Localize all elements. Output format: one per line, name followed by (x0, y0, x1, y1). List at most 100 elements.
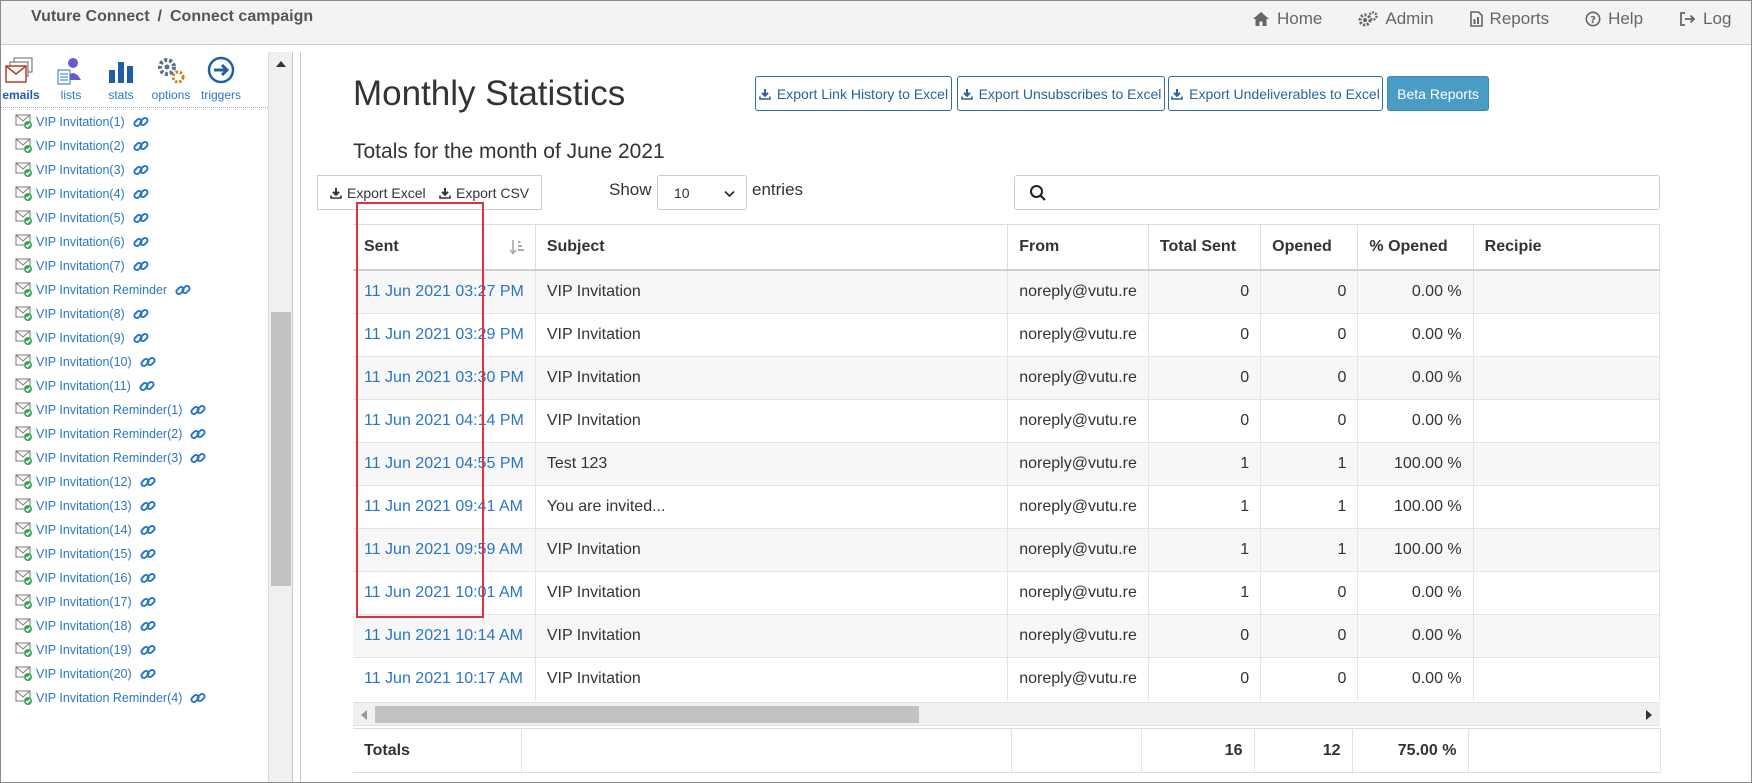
email-list-item[interactable]: VIP Invitation(19) (15, 638, 207, 662)
tool-triggers[interactable]: triggers (196, 56, 246, 102)
cell-sent[interactable]: 11 Jun 2021 04:55 PM (353, 441, 536, 485)
email-list-item[interactable]: VIP Invitation(14) (15, 518, 207, 542)
link-icon[interactable] (189, 449, 207, 467)
link-icon[interactable] (139, 569, 157, 587)
link-icon[interactable] (132, 233, 150, 251)
col-header-recipients[interactable]: Recipie (1473, 225, 1660, 271)
cell-sent[interactable]: 11 Jun 2021 10:14 AM (353, 613, 536, 657)
col-header-from[interactable]: From (1007, 225, 1149, 271)
link-icon[interactable] (139, 593, 157, 611)
export-link-history-button[interactable]: Export Link History to Excel (755, 76, 952, 111)
link-icon[interactable] (139, 353, 157, 371)
email-name: VIP Invitation Reminder(4) (36, 691, 183, 705)
link-icon[interactable] (132, 257, 150, 275)
export-excel-button[interactable]: Export Excel (317, 175, 439, 210)
email-list-item[interactable]: VIP Invitation(17) (15, 590, 207, 614)
scroll-right-arrow[interactable] (1646, 710, 1652, 720)
email-list-item[interactable]: VIP Invitation Reminder(3) (15, 446, 207, 470)
table-horizontal-scrollbar[interactable] (353, 702, 1660, 726)
cell-sent[interactable]: 11 Jun 2021 03:27 PM (353, 269, 536, 313)
nav-logout[interactable]: Log (1679, 9, 1731, 29)
email-list-item[interactable]: VIP Invitation(20) (15, 662, 207, 686)
link-icon[interactable] (189, 425, 207, 443)
cell-sent[interactable]: 11 Jun 2021 09:59 AM (353, 527, 536, 571)
email-list-item[interactable]: VIP Invitation(9) (15, 326, 207, 350)
cell-percent-opened: 100.00 % (1357, 441, 1474, 485)
breadcrumb-app[interactable]: Vuture Connect (31, 8, 150, 26)
link-icon[interactable] (139, 665, 157, 683)
export-csv-button[interactable]: Export CSV (427, 175, 543, 210)
beta-reports-button[interactable]: Beta Reports (1387, 76, 1489, 111)
scroll-up-arrow[interactable] (276, 61, 286, 67)
cell-sent[interactable]: 11 Jun 2021 09:41 AM (353, 484, 536, 528)
cell-sent[interactable]: 11 Jun 2021 03:30 PM (353, 355, 536, 399)
link-icon[interactable] (132, 137, 150, 155)
col-header-subject[interactable]: Subject (535, 225, 1009, 271)
email-list-item[interactable]: VIP Invitation(10) (15, 350, 207, 374)
link-icon[interactable] (139, 617, 157, 635)
export-unsubscribes-button[interactable]: Export Unsubscribes to Excel (957, 76, 1165, 111)
search-input[interactable] (1059, 178, 1649, 207)
link-icon[interactable] (132, 161, 150, 179)
link-icon[interactable] (132, 113, 150, 131)
link-icon[interactable] (139, 521, 157, 539)
email-list-item[interactable]: VIP Invitation(2) (15, 134, 207, 158)
link-icon[interactable] (132, 185, 150, 203)
link-icon[interactable] (138, 377, 156, 395)
link-icon[interactable] (139, 497, 157, 515)
nav-admin[interactable]: Admin (1358, 9, 1434, 29)
link-icon[interactable] (139, 473, 157, 491)
cell-sent[interactable]: 11 Jun 2021 03:29 PM (353, 312, 536, 356)
col-header-opened[interactable]: Opened (1260, 225, 1359, 271)
email-list-item[interactable]: VIP Invitation(6) (15, 230, 207, 254)
link-icon[interactable] (139, 545, 157, 563)
link-icon[interactable] (174, 281, 192, 299)
email-list-item[interactable]: VIP Invitation(12) (15, 470, 207, 494)
download-icon (439, 187, 451, 199)
email-list-item[interactable]: VIP Invitation(16) (15, 566, 207, 590)
tool-options[interactable]: options (146, 56, 196, 102)
email-list-item[interactable]: VIP Invitation Reminder(2) (15, 422, 207, 446)
cell-sent[interactable]: 11 Jun 2021 10:17 AM (353, 656, 536, 700)
scrollbar-thumb[interactable] (375, 706, 919, 723)
email-list-item[interactable]: VIP Invitation(5) (15, 206, 207, 230)
email-list-item[interactable]: VIP Invitation(13) (15, 494, 207, 518)
link-icon[interactable] (132, 305, 150, 323)
nav-help[interactable]: ? Help (1585, 9, 1643, 29)
email-list-item[interactable]: VIP Invitation(18) (15, 614, 207, 638)
sidebar-scrollbar[interactable] (268, 52, 292, 783)
col-header-percent-opened[interactable]: % Opened (1357, 225, 1474, 271)
tool-lists[interactable]: lists (46, 56, 96, 102)
email-list-item[interactable]: VIP Invitation(1) (15, 110, 207, 134)
col-header-total-sent[interactable]: Total Sent (1148, 225, 1262, 271)
cell-sent[interactable]: 11 Jun 2021 10:01 AM (353, 570, 536, 614)
link-icon[interactable] (139, 641, 157, 659)
tool-emails[interactable]: emails (0, 56, 46, 102)
email-list-item[interactable]: VIP Invitation Reminder(4) (15, 686, 207, 710)
statistics-table: Sent Subject From Total Sent Opened % Op… (353, 225, 1660, 700)
link-icon[interactable] (189, 689, 207, 707)
email-list-item[interactable]: VIP Invitation(7) (15, 254, 207, 278)
tool-stats[interactable]: stats (96, 56, 146, 102)
sort-descending-icon[interactable] (509, 239, 525, 255)
email-list-item[interactable]: VIP Invitation(15) (15, 542, 207, 566)
email-list-item[interactable]: VIP Invitation Reminder(1) (15, 398, 207, 422)
export-undeliverables-button[interactable]: Export Undeliverables to Excel (1168, 76, 1383, 111)
nav-home[interactable]: Home (1252, 9, 1322, 29)
link-icon[interactable] (189, 401, 207, 419)
email-list-item[interactable]: VIP Invitation(8) (15, 302, 207, 326)
scrollbar-thumb[interactable] (271, 312, 291, 586)
page-size-select[interactable]: 10 (657, 175, 747, 210)
cell-sent[interactable]: 11 Jun 2021 04:14 PM (353, 398, 536, 442)
col-header-sent[interactable]: Sent (353, 225, 536, 271)
nav-reports[interactable]: Reports (1469, 9, 1549, 29)
email-list-item[interactable]: VIP Invitation(11) (15, 374, 207, 398)
link-icon[interactable] (132, 209, 150, 227)
link-icon[interactable] (132, 329, 150, 347)
scroll-left-arrow[interactable] (361, 710, 367, 720)
email-list-item[interactable]: VIP Invitation(4) (15, 182, 207, 206)
email-list-item[interactable]: VIP Invitation Reminder (15, 278, 207, 302)
cell-total-sent: 0 (1148, 656, 1262, 700)
email-list-item[interactable]: VIP Invitation(3) (15, 158, 207, 182)
logout-icon (1680, 12, 1696, 26)
